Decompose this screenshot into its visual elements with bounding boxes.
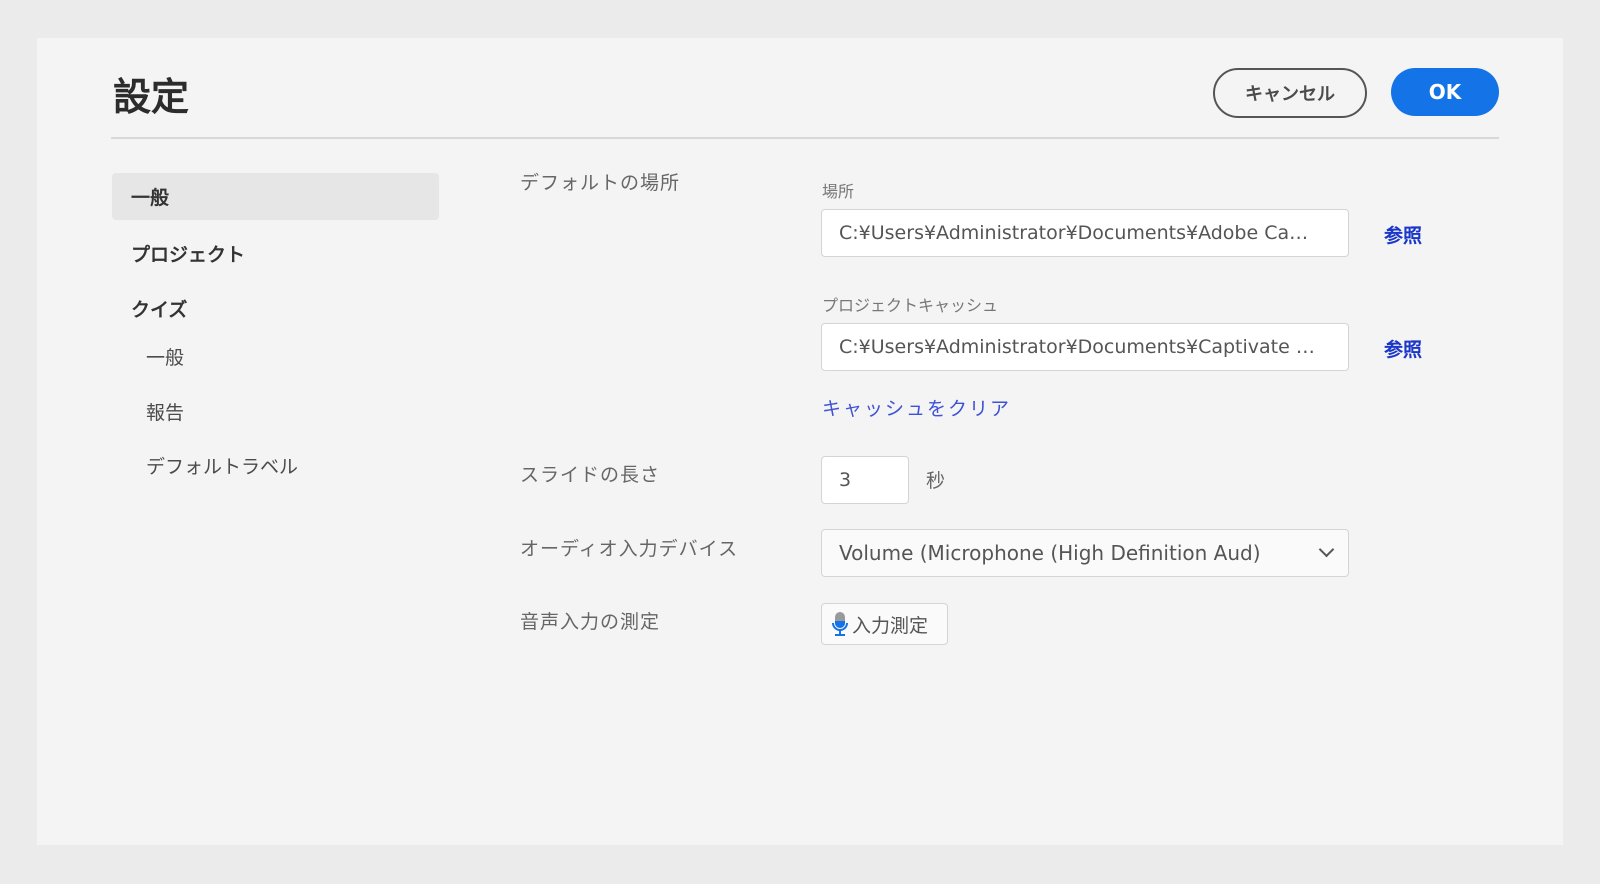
chevron-down-icon <box>1318 541 1335 558</box>
input-measure-label-text: 入力測定 <box>852 614 929 637</box>
slide-length-input[interactable]: 3 <box>821 456 909 504</box>
location-input[interactable]: C:¥Users¥Administrator¥Documents¥Adobe C… <box>821 209 1349 257</box>
project-cache-input[interactable]: C:¥Users¥Administrator¥Documents¥Captiva… <box>821 323 1349 371</box>
input-measure-button[interactable]: 入力測定 <box>821 603 948 645</box>
ok-button[interactable]: OK <box>1391 68 1499 116</box>
audio-input-select[interactable]: Volume (Microphone (High Definition Aud) <box>821 529 1349 577</box>
sidebar-item-quiz-default-labels[interactable]: デフォルトラベル <box>146 452 298 479</box>
location-label: 場所 <box>822 182 855 201</box>
microphone-icon <box>832 611 848 637</box>
cancel-button[interactable]: キャンセル <box>1213 68 1367 118</box>
page-title: 設定 <box>113 75 190 119</box>
sidebar-item-project[interactable]: プロジェクト <box>131 240 245 267</box>
seconds-unit-label: 秒 <box>926 470 947 492</box>
default-location-label: デフォルトの場所 <box>520 172 681 194</box>
cache-browse-link[interactable]: 参照 <box>1384 335 1422 362</box>
clear-cache-link[interactable]: キャッシュをクリア <box>822 394 1011 421</box>
slide-length-label: スライドの長さ <box>520 464 661 486</box>
audio-input-value: Volume (Microphone (High Definition Aud) <box>839 541 1261 565</box>
sidebar-item-quiz-general[interactable]: 一般 <box>146 343 184 370</box>
settings-dialog <box>37 38 1563 845</box>
audio-input-label: オーディオ入力デバイス <box>520 538 739 560</box>
sidebar-item-general[interactable]: 一般 <box>131 183 169 210</box>
sidebar-item-quiz-report[interactable]: 報告 <box>146 398 184 425</box>
divider <box>111 137 1499 139</box>
input-measure-label: 音声入力の測定 <box>520 611 661 633</box>
project-cache-label: プロジェクトキャッシュ <box>822 296 999 315</box>
location-browse-link[interactable]: 参照 <box>1384 221 1422 248</box>
sidebar-item-quiz[interactable]: クイズ <box>131 295 187 322</box>
